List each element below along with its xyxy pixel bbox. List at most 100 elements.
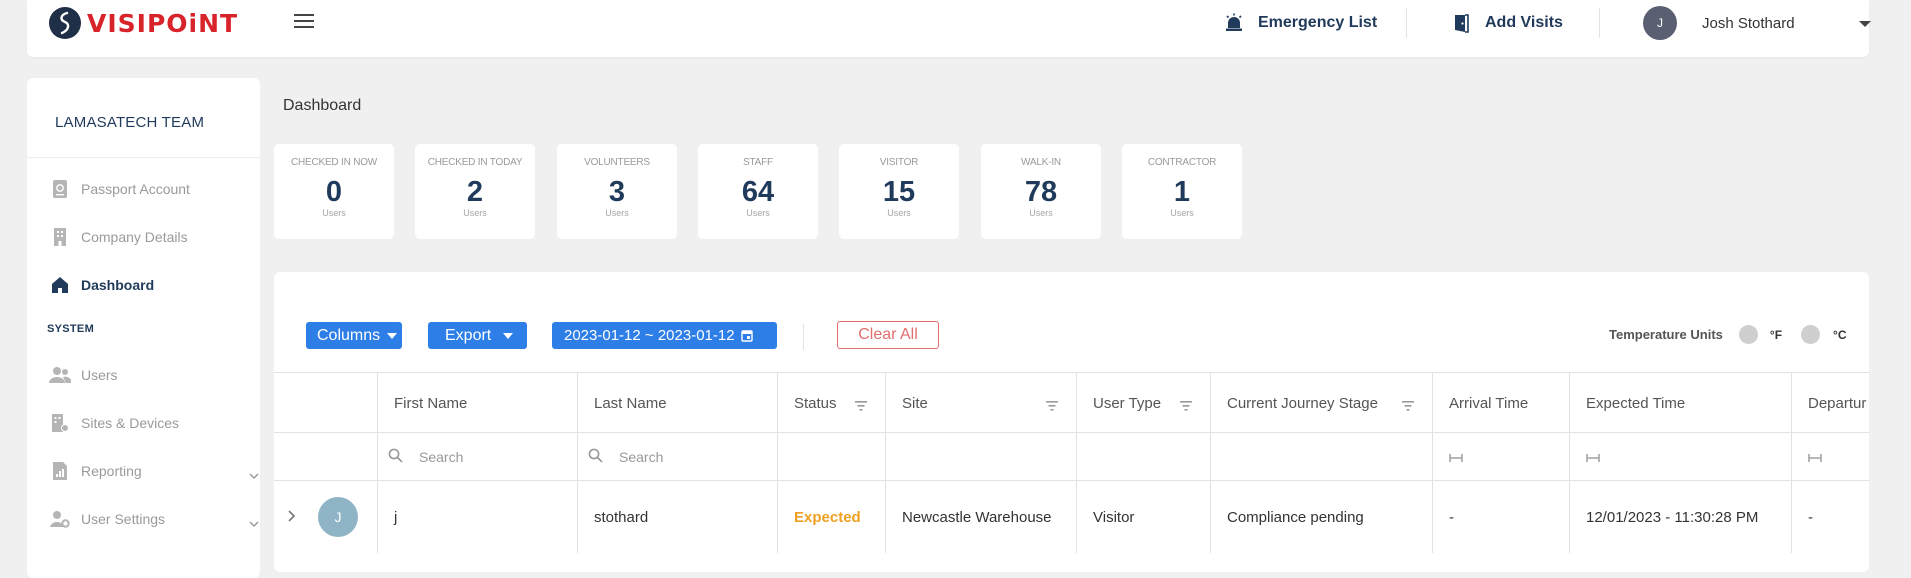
stat-card-contractor[interactable]: CONTRACTOR 1 Users	[1122, 144, 1242, 239]
stat-card-visitor[interactable]: VISITOR 15 Users	[839, 144, 959, 239]
cell-arrival-time: -	[1432, 481, 1569, 553]
caret-down-icon	[387, 332, 398, 339]
filter-cell-empty	[1210, 433, 1432, 481]
fahrenheit-radio[interactable]	[1738, 325, 1758, 344]
caret-down-icon	[503, 332, 514, 339]
sidebar-item-label: Users	[81, 367, 118, 383]
range-icon	[1586, 449, 1600, 466]
breadcrumb: Dashboard	[283, 97, 362, 114]
celsius-radio[interactable]	[1801, 325, 1821, 344]
date-range-value: 2023-01-12 ~ 2023-01-12	[564, 327, 735, 344]
column-header-departure[interactable]: Departur	[1791, 373, 1869, 433]
sidebar-item-sites-devices[interactable]: Sites & Devices	[49, 411, 179, 435]
filter-icon[interactable]	[1046, 398, 1058, 415]
brand-name: VISIPOiNT	[87, 8, 239, 38]
cell-last-name: stothard	[577, 481, 777, 553]
export-button[interactable]: Export	[428, 322, 527, 349]
cell-departure-time: -	[1791, 481, 1869, 553]
sidebar-item-dashboard[interactable]: Dashboard	[49, 273, 154, 297]
column-header-expected-time[interactable]: Expected Time	[1569, 373, 1791, 433]
cell-journey-stage: Compliance pending	[1210, 481, 1432, 553]
stat-card-staff[interactable]: STAFF 64 Users	[698, 144, 818, 239]
emergency-list-link[interactable]: Emergency List	[1224, 0, 1377, 46]
column-header-last-name[interactable]: Last Name	[577, 373, 777, 433]
report-icon	[49, 461, 71, 481]
filter-icon[interactable]	[1180, 398, 1192, 415]
sidebar-item-label: Reporting	[81, 463, 142, 479]
column-header-label: First Name	[394, 394, 468, 412]
expected-range-filter[interactable]	[1569, 433, 1791, 481]
stat-label: CHECKED IN NOW	[290, 157, 378, 168]
logo-mark-icon	[49, 7, 81, 39]
filter-icon[interactable]	[1402, 398, 1414, 415]
cell-site: Newcastle Warehouse	[885, 481, 1076, 553]
last-name-search-input[interactable]	[617, 448, 731, 466]
columns-button[interactable]: Columns	[306, 322, 402, 349]
first-name-search-input[interactable]	[417, 448, 531, 466]
visits-panel: Columns Export 2023-01-12 ~ 2023-01-12 C…	[274, 272, 1869, 572]
chevron-right-icon[interactable]	[288, 509, 296, 526]
chevron-down-icon	[249, 515, 259, 531]
arrival-range-filter[interactable]	[1432, 433, 1569, 481]
column-header-current-journey-stage[interactable]: Current Journey Stage	[1210, 373, 1432, 433]
stat-unit: Users	[1170, 208, 1194, 218]
column-header-status[interactable]: Status	[777, 373, 885, 433]
user-name: Josh Stothard	[1702, 14, 1795, 32]
filter-icon[interactable]	[855, 398, 867, 415]
column-header-arrival-time[interactable]: Arrival Time	[1432, 373, 1569, 433]
date-range-picker[interactable]: 2023-01-12 ~ 2023-01-12	[552, 322, 777, 349]
sidebar-item-reporting[interactable]: Reporting	[49, 459, 259, 483]
stat-value: 0	[325, 176, 343, 208]
stat-label: CONTRACTOR	[1147, 157, 1217, 168]
cell-expected-time: 12/01/2023 - 11:30:28 PM	[1569, 481, 1791, 553]
add-visits-link[interactable]: Add Visits	[1453, 0, 1563, 46]
filter-cell-empty	[1076, 433, 1210, 481]
column-header-label: Arrival Time	[1449, 394, 1529, 412]
sidebar-item-user-settings[interactable]: User Settings	[49, 507, 259, 531]
sidebar-item-users[interactable]: Users	[49, 363, 118, 387]
stat-card-checked-in-today[interactable]: CHECKED IN TODAY 2 Users	[415, 144, 535, 239]
sidebar-item-company-details[interactable]: Company Details	[49, 225, 188, 249]
column-header-label: Status	[794, 394, 837, 412]
table-header-row: First Name Last Name Status Site User Ty…	[274, 372, 1869, 433]
topnav-divider	[1599, 8, 1600, 38]
clear-all-button[interactable]: Clear All	[837, 321, 939, 349]
sites-devices-icon	[49, 413, 71, 433]
columns-button-label: Columns	[317, 326, 381, 344]
menu-toggle-icon[interactable]	[294, 14, 314, 30]
column-header-label: Last Name	[594, 394, 667, 412]
stat-unit: Users	[746, 208, 770, 218]
sidebar-item-passport-account[interactable]: Passport Account	[49, 177, 190, 201]
user-menu[interactable]: J Josh Stothard	[1643, 5, 1795, 41]
sidebar-item-label: Passport Account	[81, 181, 190, 197]
range-icon	[1808, 449, 1822, 466]
column-header-first-name[interactable]: First Name	[377, 373, 577, 433]
stat-label: STAFF	[743, 157, 773, 168]
stat-label: CHECKED IN TODAY	[427, 157, 523, 168]
table-row[interactable]: J j stothard Expected Newcastle Warehous…	[274, 480, 1869, 553]
stat-label: VISITOR	[879, 157, 919, 168]
siren-icon	[1224, 13, 1244, 33]
toolbar-divider	[803, 324, 804, 350]
user-menu-caret-icon[interactable]	[1859, 21, 1871, 27]
column-header-label: Expected Time	[1586, 394, 1686, 412]
team-name: LAMASATECH TEAM	[55, 114, 205, 131]
sidebar-section-system: SYSTEM	[47, 323, 95, 335]
passport-icon	[49, 179, 71, 199]
column-header-site[interactable]: Site	[885, 373, 1076, 433]
column-header-user-type[interactable]: User Type	[1076, 373, 1210, 433]
departure-range-filter[interactable]	[1791, 433, 1869, 481]
users-icon	[49, 366, 71, 384]
stat-card-volunteers[interactable]: VOLUNTEERS 3 Users	[557, 144, 677, 239]
cell-status: Expected	[777, 481, 885, 553]
stat-value: 3	[608, 176, 626, 208]
temperature-units-label: Temperature Units	[1609, 327, 1723, 342]
first-name-search	[377, 433, 577, 481]
celsius-label: °C	[1833, 327, 1847, 342]
temperature-units: Temperature Units °F °C	[1609, 325, 1847, 344]
brand-logo[interactable]: VISIPOiNT	[49, 6, 238, 40]
cell-first-name: j	[377, 481, 577, 553]
user-avatar: J	[1643, 6, 1677, 40]
stat-card-walk-in[interactable]: WALK-IN 78 Users	[981, 144, 1101, 239]
stat-card-checked-in-now[interactable]: CHECKED IN NOW 0 Users	[274, 144, 394, 239]
